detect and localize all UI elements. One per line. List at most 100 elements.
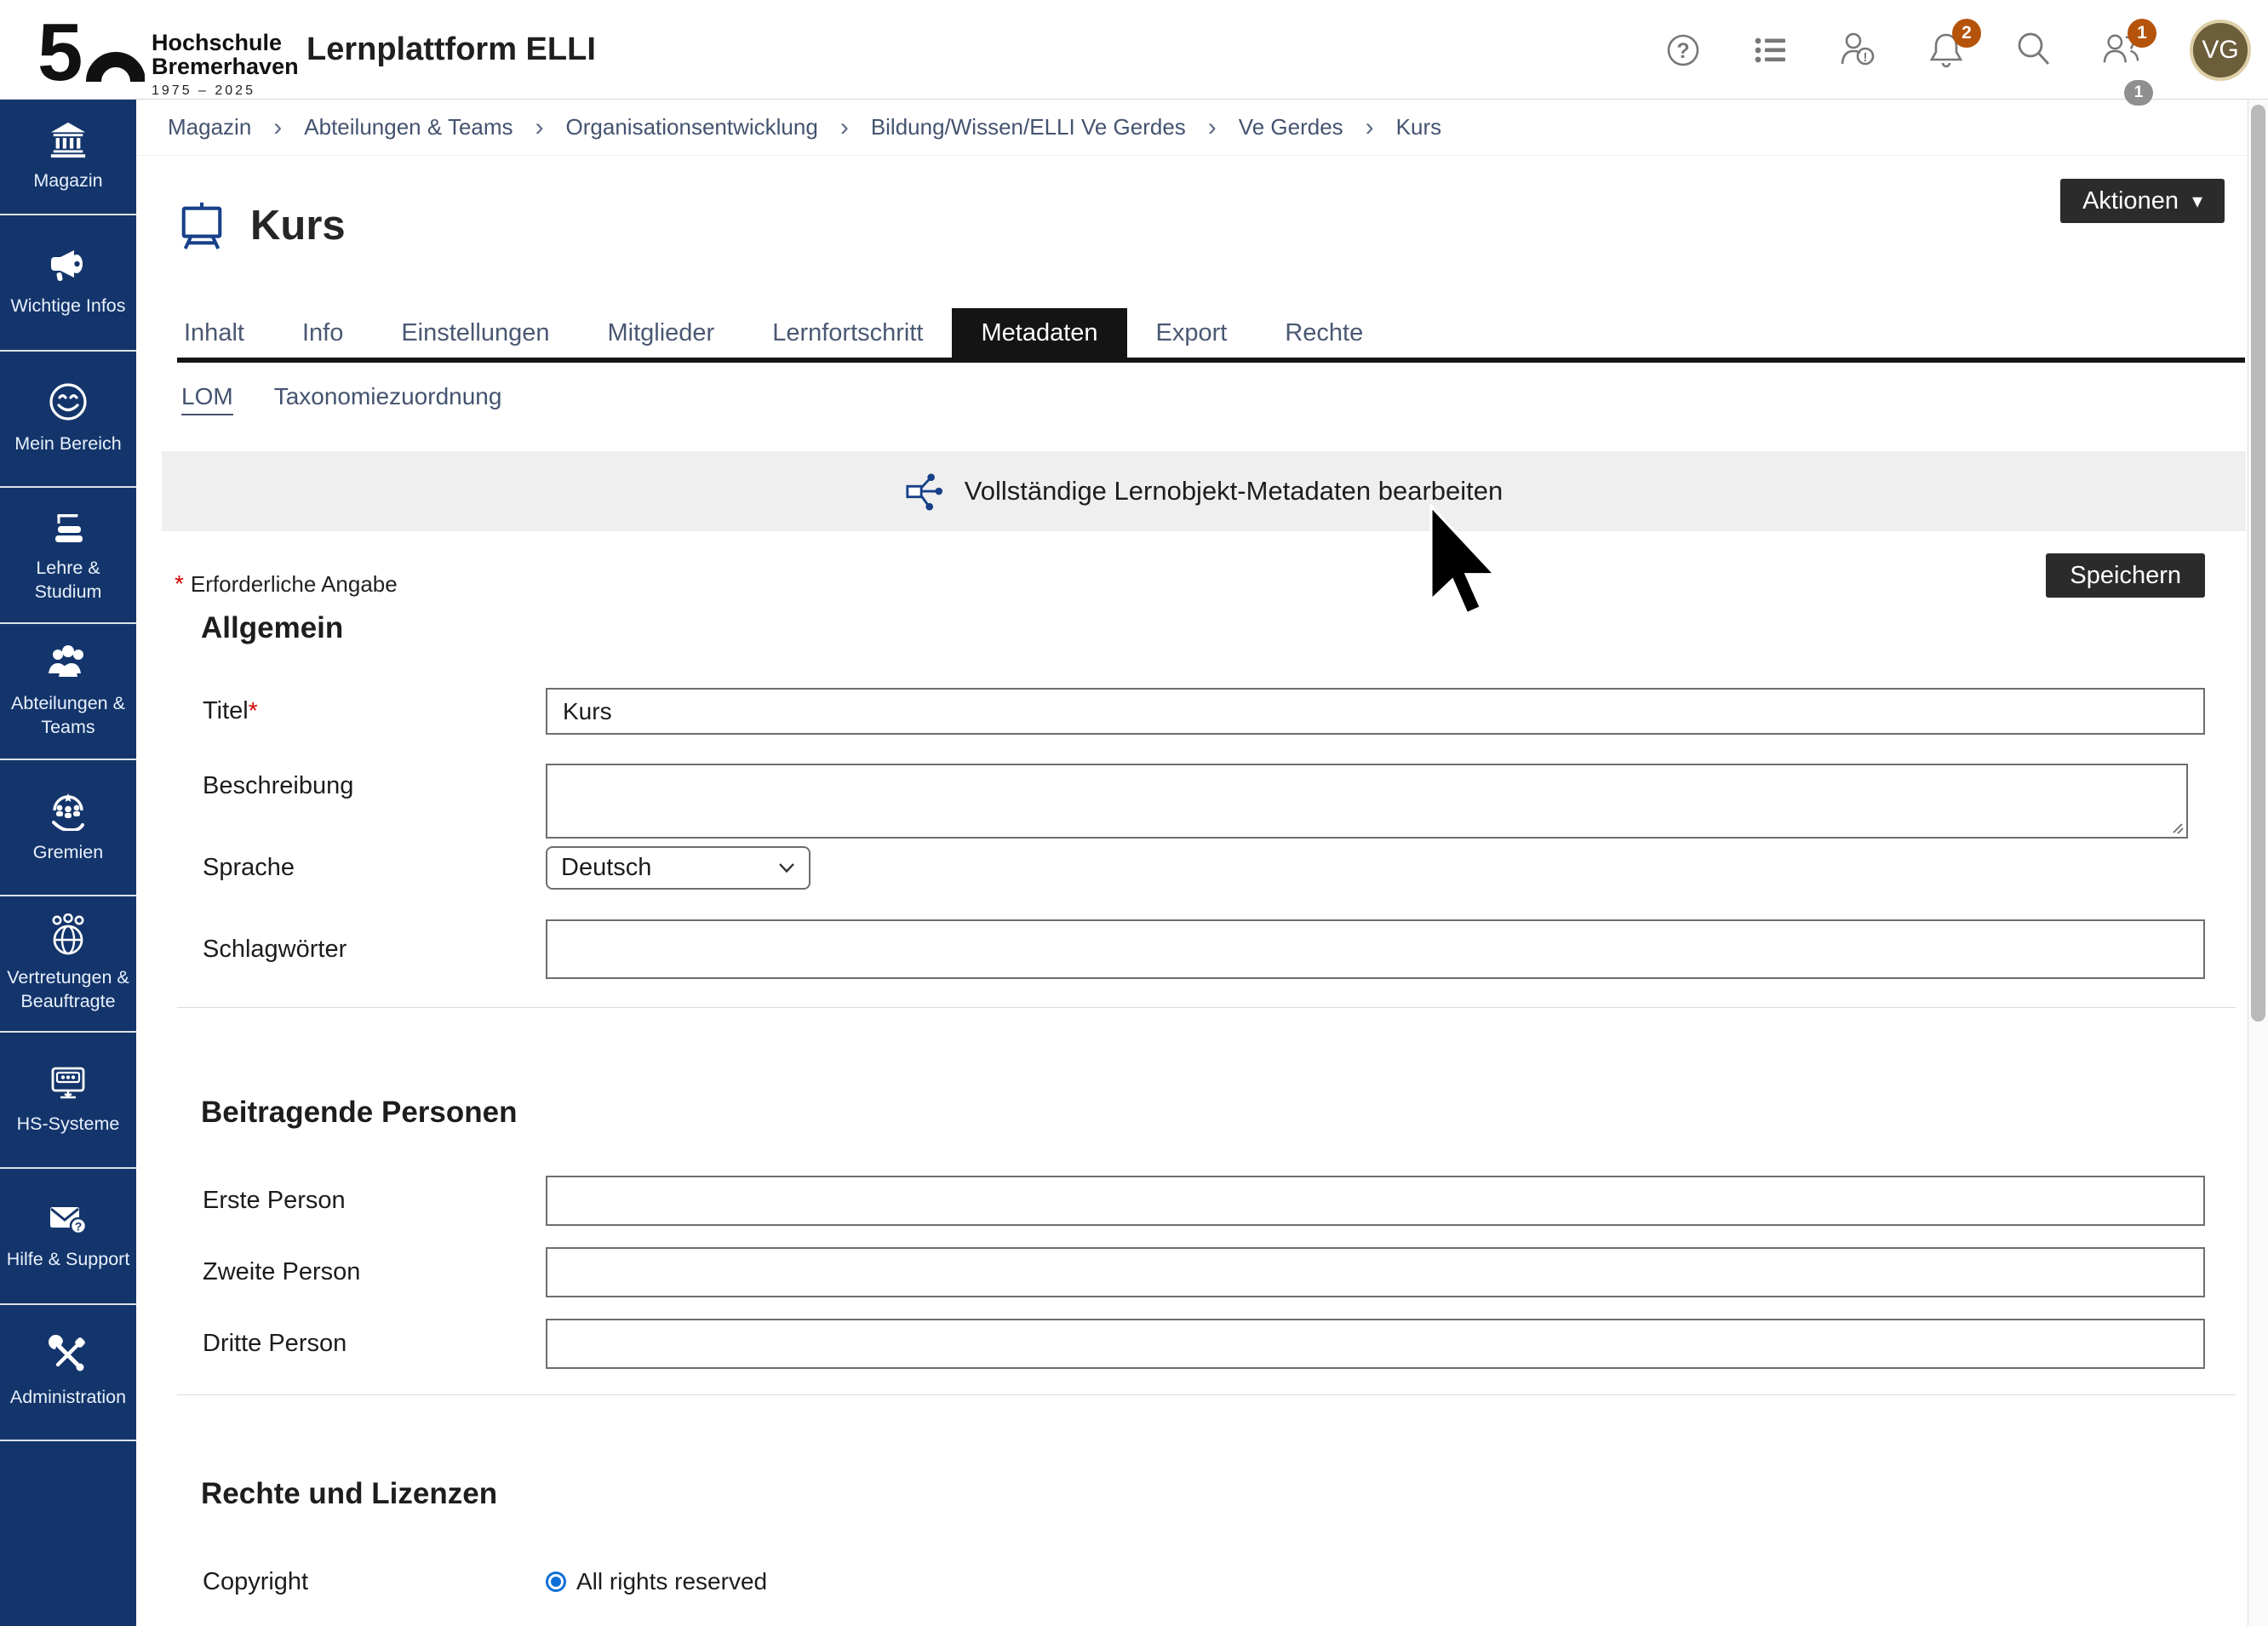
sidebar-item-vertretungen[interactable]: Vertretungen & Beauftragte: [0, 896, 136, 1033]
svg-text:?: ?: [1676, 39, 1689, 63]
contacts-count-badge: 1: [2124, 80, 2153, 106]
sprache-label: Sprache: [203, 854, 546, 882]
actions-button[interactable]: Aktionen ▾: [2060, 179, 2225, 223]
zweite-person-input[interactable]: [546, 1247, 2205, 1297]
required-hint: * Erforderliche Angabe: [175, 570, 2268, 598]
notification-badge: 2: [1952, 19, 1981, 48]
tab-lernfortschritt[interactable]: Lernfortschritt: [743, 308, 952, 358]
schlagwoerter-input[interactable]: [546, 919, 2205, 979]
edit-full-metadata-bar[interactable]: Vollständige Lernobjekt-Metadaten bearbe…: [162, 451, 2246, 531]
dritte-person-label: Dritte Person: [203, 1330, 546, 1358]
sidebar-item-abteilungen-teams[interactable]: Abteilungen & Teams: [0, 624, 136, 760]
language-select-value: Deutsch: [561, 854, 651, 882]
sidebar-item-gremien[interactable]: Gremien: [0, 760, 136, 896]
sidebar-item-administration[interactable]: Administration: [0, 1305, 136, 1441]
tab-info[interactable]: Info: [273, 308, 372, 358]
chevron-down-icon: [778, 862, 795, 873]
monitor-password-icon: [47, 1063, 89, 1102]
smiley-icon: [48, 381, 89, 422]
titel-input[interactable]: [546, 688, 2205, 735]
tools-icon: [48, 1335, 89, 1376]
sidebar-item-wichtige-infos[interactable]: Wichtige Infos: [0, 215, 136, 352]
section-heading-beitragende: Beitragende Personen: [201, 1096, 2268, 1133]
field-row-zweite-person: Zweite Person: [136, 1247, 2268, 1297]
globe-people-icon: [47, 913, 89, 956]
section-heading-rechte: Rechte und Lizenzen: [201, 1477, 2268, 1514]
titel-label: Titel*: [203, 697, 546, 725]
tab-rechte[interactable]: Rechte: [1256, 308, 1392, 358]
people-group-icon: [47, 643, 89, 682]
breadcrumb-organisationsentwicklung[interactable]: Organisationsentwicklung: [566, 114, 818, 140]
node-hub-icon: [905, 471, 944, 512]
subtab-bar: LOM Taxonomiezuordnung: [181, 383, 2268, 414]
museum-icon: [49, 120, 88, 159]
main-content: Magazin › Abteilungen & Teams › Organisa…: [136, 100, 2268, 1626]
user-avatar[interactable]: VG: [2190, 20, 2251, 81]
field-row-erste-person: Erste Person: [136, 1176, 2268, 1226]
breadcrumb-magazin[interactable]: Magazin: [168, 114, 251, 140]
search-icon[interactable]: [2014, 31, 2053, 70]
section-divider: [177, 1007, 2236, 1008]
field-row-schlagwoerter: Schlagwörter: [136, 919, 2268, 979]
page-scrollbar[interactable]: [2248, 100, 2268, 1626]
sidebar-item-mein-bereich[interactable]: Mein Bereich: [0, 352, 136, 488]
resize-grip-icon[interactable]: [2171, 822, 2185, 835]
tab-inhalt[interactable]: Inhalt: [177, 308, 273, 358]
top-header: 5 Hochschule Bremerhaven 1975 – 2025 Ler…: [0, 0, 2268, 100]
breadcrumb-bildung-wissen[interactable]: Bildung/Wissen/ELLI Ve Gerdes: [871, 114, 1186, 140]
breadcrumb-abteilungen[interactable]: Abteilungen & Teams: [304, 114, 513, 140]
help-icon[interactable]: ?: [1664, 31, 1703, 70]
sidebar-item-magazin[interactable]: Magazin: [0, 100, 136, 215]
contacts-new-badge: 1: [2128, 19, 2156, 48]
copyright-radio-label: All rights reserved: [576, 1568, 767, 1595]
breadcrumb-ve-gerdes[interactable]: Ve Gerdes: [1239, 114, 1343, 140]
contacts-icon[interactable]: 1 1: [2102, 31, 2141, 70]
sidebar-item-hilfe-support[interactable]: ? Hilfe & Support: [0, 1169, 136, 1305]
titel-required-marker: *: [249, 697, 258, 724]
section-heading-allgemein: Allgemein: [201, 611, 2268, 649]
breadcrumb-separator: ›: [840, 113, 849, 142]
beschreibung-textarea[interactable]: [546, 764, 2188, 839]
field-row-copyright: Copyright All rights reserved: [136, 1567, 2268, 1596]
schlagwoerter-label: Schlagwörter: [203, 936, 546, 964]
university-logo: 5 Hochschule Bremerhaven 1975 – 2025: [37, 9, 299, 99]
sidebar-item-hs-systeme[interactable]: HS-Systeme: [0, 1033, 136, 1169]
svg-text:5: 5: [37, 9, 83, 90]
breadcrumb-kurs[interactable]: Kurs: [1396, 114, 1441, 140]
tab-metadaten[interactable]: Metadaten: [952, 308, 1126, 358]
breadcrumb-separator: ›: [536, 113, 544, 142]
logo-line2: Bremerhaven: [152, 54, 299, 78]
breadcrumb-separator: ›: [273, 113, 282, 142]
todo-list-icon[interactable]: [1751, 31, 1790, 70]
books-graduation-icon: [47, 506, 89, 547]
dritte-person-input[interactable]: [546, 1319, 2205, 1369]
erste-person-label: Erste Person: [203, 1187, 546, 1215]
megaphone-icon: [48, 247, 89, 284]
tab-einstellungen[interactable]: Einstellungen: [372, 308, 578, 358]
breadcrumb-separator: ›: [1208, 113, 1217, 142]
tab-mitglieder[interactable]: Mitglieder: [578, 308, 743, 358]
course-board-icon: [177, 199, 226, 252]
subtab-taxonomiezuordnung[interactable]: Taxonomiezuordnung: [274, 383, 502, 414]
notification-bell-icon[interactable]: 2: [1927, 31, 1966, 70]
scrollbar-thumb[interactable]: [2251, 105, 2265, 1022]
svg-text:!: !: [1864, 50, 1868, 65]
page-title: Kurs: [250, 202, 346, 249]
sidebar-item-lehre-studium[interactable]: Lehre & Studium: [0, 488, 136, 624]
field-row-dritte-person: Dritte Person: [136, 1319, 2268, 1369]
beschreibung-label: Beschreibung: [203, 764, 546, 800]
edit-full-metadata-label: Vollständige Lernobjekt-Metadaten bearbe…: [965, 476, 1503, 507]
subtab-lom[interactable]: LOM: [181, 383, 233, 415]
chevron-down-icon: ▾: [2192, 189, 2202, 214]
language-select[interactable]: Deutsch: [546, 846, 810, 890]
breadcrumb: Magazin › Abteilungen & Teams › Organisa…: [136, 100, 2268, 156]
tab-export[interactable]: Export: [1127, 308, 1257, 358]
copyright-radio[interactable]: [546, 1572, 566, 1592]
logo-years: 1975 – 2025: [152, 83, 299, 99]
member-deadline-icon[interactable]: !: [1839, 31, 1878, 70]
save-button[interactable]: Speichern: [2046, 553, 2205, 598]
assembly-hand-icon: [47, 790, 89, 831]
tab-bar: Inhalt Info Einstellungen Mitglieder Ler…: [177, 308, 2245, 363]
field-row-beschreibung: Beschreibung: [136, 764, 2268, 839]
erste-person-input[interactable]: [546, 1176, 2205, 1226]
